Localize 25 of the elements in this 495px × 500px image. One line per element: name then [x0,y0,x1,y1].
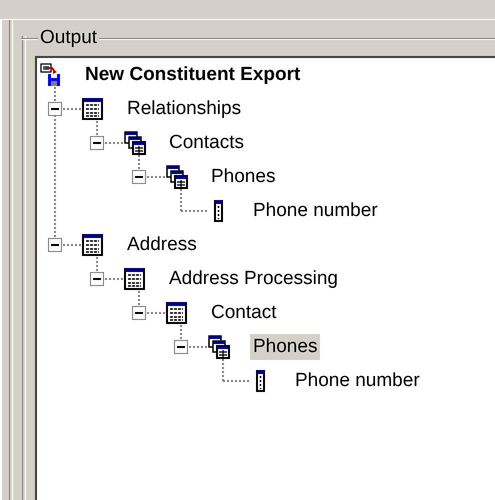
tree-item[interactable]: Phone number [292,368,423,394]
tree-item[interactable]: Contacts [166,130,247,156]
tree-item[interactable]: Phones [208,164,278,190]
tree-item[interactable]: Phone number [250,198,381,224]
collapse-toggle[interactable] [48,238,62,252]
table-icon [166,301,188,325]
collapse-toggle[interactable] [132,170,146,184]
table-icon [124,267,146,291]
tree-item[interactable]: New Constituent Export [82,62,304,88]
export-icon [40,63,62,87]
collapse-toggle[interactable] [132,306,146,320]
tree-item[interactable]: Address [124,232,200,258]
tables-icon [124,131,146,155]
tree-item[interactable]: Contact [208,300,280,326]
collapse-toggle[interactable] [48,102,62,116]
tree-item[interactable]: Address Processing [166,266,341,292]
collapse-toggle[interactable] [174,340,188,354]
tree-item[interactable]: Relationships [124,96,244,122]
table-icon [82,97,104,121]
tables-icon [208,335,230,359]
collapse-toggle[interactable] [90,136,104,150]
table-icon [82,233,104,257]
tables-icon [166,165,188,189]
collapse-toggle[interactable] [90,272,104,286]
tree-item[interactable]: Phones [250,334,320,360]
